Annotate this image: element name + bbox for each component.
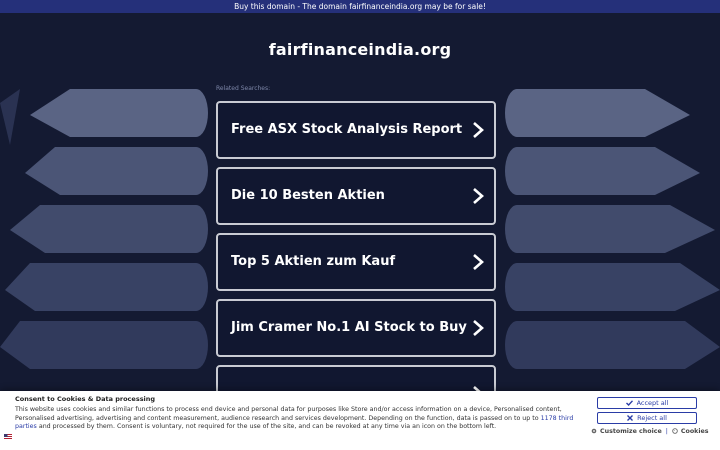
consent-title: Consent to Cookies & Data processing [15,395,156,403]
reject-all-label: Reject all [637,414,667,422]
domain-title: fairfinanceindia.org [268,40,452,59]
consent-secondary-links: Customize choice | Cookies [591,428,709,435]
gear-icon [591,428,597,434]
accept-all-label: Accept all [636,399,669,407]
check-icon [625,400,633,406]
reject-all-button[interactable]: Reject all [597,412,697,424]
related-search-link[interactable]: Top 5 Aktien zum Kauf [216,233,496,291]
left-decorative-shapes [0,89,208,369]
related-search-link[interactable]: Jim Cramer No.1 AI Stock to Buy [216,299,496,357]
related-search-link[interactable]: Free ASX Stock Analysis Report [216,101,496,159]
related-search-label: Jim Cramer No.1 AI Stock to Buy [231,320,467,335]
consent-text: This website uses cookies and similar fu… [15,406,585,432]
customize-choice-label: Customize choice [600,428,662,435]
chevron-right-icon [473,122,484,138]
consent-text-end: and processed by them. Consent is volunt… [36,423,497,430]
cookie-icon [672,428,678,434]
x-icon [627,415,634,421]
domain-sale-banner[interactable]: Buy this domain - The domain fairfinance… [0,0,720,13]
chevron-right-icon [473,188,484,204]
related-search-link[interactable]: Die 10 Besten Aktien [216,167,496,225]
related-searches-heading: Related Searches: [216,85,271,92]
accept-all-button[interactable]: Accept all [597,397,697,409]
cookies-label: Cookies [680,428,709,435]
customize-choice-link[interactable]: Customize choice [591,428,662,435]
related-search-label: Top 5 Aktien zum Kauf [231,254,396,269]
chevron-right-icon [473,320,484,336]
links-separator: | [665,428,668,435]
related-search-label: Die 10 Besten Aktien [231,188,385,203]
chevron-right-icon [473,254,484,270]
cookies-link[interactable]: Cookies [672,428,709,435]
us-flag-icon[interactable] [4,434,12,440]
right-decorative-shapes [505,89,720,369]
related-search-label: Free ASX Stock Analysis Report [231,122,463,137]
consent-text-start: This website uses cookies and similar fu… [15,406,562,422]
